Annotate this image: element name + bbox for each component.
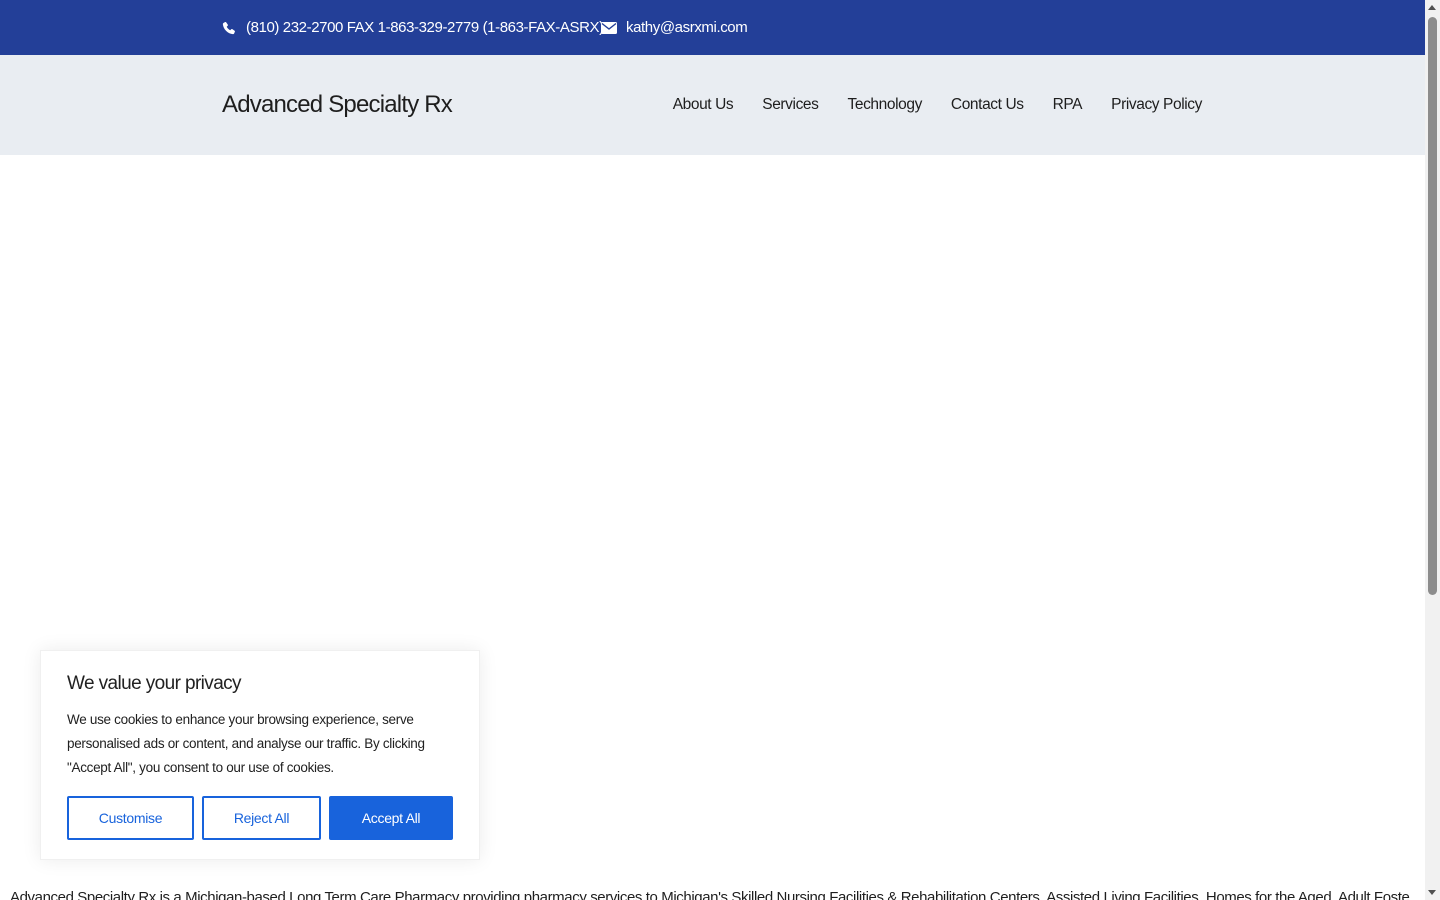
- email-contact[interactable]: kathy@asrxmi.com: [601, 0, 748, 55]
- nav-privacy-policy[interactable]: Privacy Policy: [1111, 96, 1202, 114]
- page-scrollbar[interactable]: [1425, 0, 1440, 900]
- phone-icon: [222, 21, 236, 35]
- nav-rpa[interactable]: RPA: [1053, 96, 1083, 114]
- scrollbar-thumb[interactable]: [1428, 17, 1437, 595]
- main-nav: About Us Services Technology Contact Us …: [673, 55, 1203, 155]
- scroll-down-arrow-icon[interactable]: [1428, 890, 1436, 895]
- nav-about-us[interactable]: About Us: [673, 96, 734, 114]
- phone-contact[interactable]: (810) 232-2700 FAX 1-863-329-2779 (1-863…: [222, 0, 604, 55]
- cookie-description: We use cookies to enhance your browsing …: [67, 712, 425, 775]
- nav-technology[interactable]: Technology: [848, 96, 923, 114]
- nav-contact-us[interactable]: Contact Us: [951, 96, 1024, 114]
- email-text: kathy@asrxmi.com: [626, 19, 748, 36]
- nav-services[interactable]: Services: [762, 96, 819, 114]
- intro-text: Advanced Specialty Rx is a Michigan-base…: [10, 889, 1410, 900]
- reject-all-button[interactable]: Reject All: [202, 796, 321, 840]
- customise-button[interactable]: Customise: [67, 796, 194, 840]
- envelope-icon: [601, 21, 617, 34]
- site-header: Advanced Specialty Rx About Us Services …: [0, 55, 1425, 155]
- accept-all-button[interactable]: Accept All: [329, 796, 453, 840]
- site-logo[interactable]: Advanced Specialty Rx: [222, 55, 453, 155]
- scroll-up-arrow-icon[interactable]: [1428, 5, 1436, 10]
- cookie-title: We value your privacy: [67, 673, 242, 694]
- contact-bar: (810) 232-2700 FAX 1-863-329-2779 (1-863…: [0, 0, 1425, 55]
- cookie-consent-banner: We value your privacy We use cookies to …: [40, 650, 480, 860]
- phone-text: (810) 232-2700 FAX 1-863-329-2779 (1-863…: [246, 19, 604, 36]
